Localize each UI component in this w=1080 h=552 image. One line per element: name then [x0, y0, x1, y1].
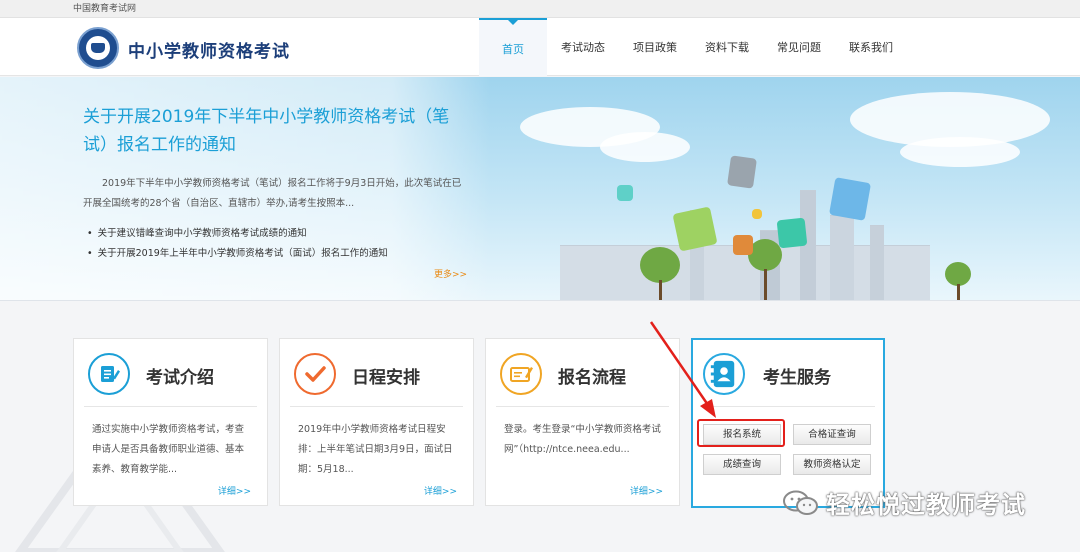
card-divider [84, 406, 257, 407]
card-registration-process[interactable]: 报名流程 登录。考生登录“中小学教师资格考试网”（http://ntce.nee… [485, 338, 680, 506]
card-summary: 登录。考生登录“中小学教师资格考试网”（http://ntce.neea.edu… [504, 424, 661, 455]
cloud-decoration [900, 137, 1020, 167]
card-divider [701, 406, 875, 407]
tree-decoration [945, 262, 971, 286]
card-pen-icon [500, 353, 542, 395]
card-more-link[interactable]: 详细>> [630, 484, 663, 497]
highlight-box-annotation [697, 419, 785, 447]
building [830, 215, 854, 300]
banner-news-link[interactable]: 关于建议错峰查询中小学教师资格考试成绩的通知 [87, 224, 467, 244]
card-divider [496, 406, 669, 407]
nav-item-faq[interactable]: 常见问题 [763, 18, 835, 76]
banner-news-link[interactable]: 关于开展2019年上半年中小学教师资格考试（面试）报名工作的通知 [87, 244, 467, 264]
header: 中小学教师资格考试 首页 考试动态 项目政策 资料下载 常见问题 联系我们 [0, 18, 1080, 76]
card-more-link[interactable]: 详细>> [424, 484, 457, 497]
banner-more-link[interactable]: 更多>> [434, 267, 467, 280]
floating-cube-decoration [672, 206, 718, 252]
tree-decoration [640, 247, 680, 283]
logo-emblem-icon[interactable] [77, 27, 119, 69]
card-summary: 通过实施中小学教师资格考试，考查申请人是否具备教师职业道德、基本素养、教育教学能… [92, 424, 245, 475]
card-more-link[interactable]: 详细>> [218, 484, 251, 497]
cloud-decoration [600, 132, 690, 162]
card-title: 考生服务 [763, 368, 831, 388]
card-schedule[interactable]: 日程安排 2019年中小学教师资格考试日程安排：上半年笔试日期3月9日，面试日期… [279, 338, 474, 506]
hero-banner: 关于开展2019年下半年中小学教师资格考试（笔试）报名工作的通知 2019年下半… [0, 77, 1080, 301]
floating-cube-decoration [828, 177, 872, 221]
wechat-watermark: 轻松悦过教师考试 [782, 485, 1026, 520]
score-query-button[interactable]: 成绩查询 [703, 454, 781, 475]
nav-item-policy[interactable]: 项目政策 [619, 18, 691, 76]
watermark-text: 轻松悦过教师考试 [826, 491, 1026, 519]
nav-item-downloads[interactable]: 资料下载 [691, 18, 763, 76]
tree-decoration [748, 239, 782, 271]
teacher-qualification-button[interactable]: 教师资格认定 [793, 454, 871, 475]
certificate-query-button[interactable]: 合格证查询 [793, 424, 871, 445]
card-title: 日程安排 [352, 368, 420, 388]
contact-book-icon [703, 353, 745, 395]
building [870, 225, 884, 300]
wechat-icon [783, 490, 818, 515]
floating-cube-decoration [752, 209, 762, 219]
nav-item-home[interactable]: 首页 [479, 18, 547, 76]
floating-cube-decoration [776, 217, 808, 249]
nav-item-contact[interactable]: 联系我们 [835, 18, 907, 76]
floating-cube-decoration [727, 155, 757, 189]
nav-item-exam-news[interactable]: 考试动态 [547, 18, 619, 76]
top-bar-site-name[interactable]: 中国教育考试网 [73, 1, 136, 14]
card-title: 考试介绍 [146, 368, 214, 388]
tree-trunk [659, 280, 662, 300]
banner-description: 2019年下半年中小学教师资格考试（笔试）报名工作将于9月3日开始，此次笔试在已… [83, 178, 462, 209]
tree-trunk [764, 269, 767, 300]
main-nav: 首页 考试动态 项目政策 资料下载 常见问题 联系我们 [479, 18, 907, 76]
tree-trunk [957, 284, 960, 300]
document-pen-icon [88, 353, 130, 395]
card-title: 报名流程 [558, 368, 626, 388]
card-divider [290, 406, 463, 407]
banner-news-list: 关于建议错峰查询中小学教师资格考试成绩的通知 关于开展2019年上半年中小学教师… [87, 224, 467, 264]
card-exam-intro[interactable]: 考试介绍 通过实施中小学教师资格考试，考查申请人是否具备教师职业道德、基本素养、… [73, 338, 268, 506]
checkmark-icon [294, 353, 336, 395]
site-title[interactable]: 中小学教师资格考试 [128, 37, 290, 62]
top-bar: 中国教育考试网 [0, 0, 1080, 18]
floating-cube-decoration [617, 185, 633, 201]
floating-cube-decoration [733, 235, 753, 255]
card-summary: 2019年中小学教师资格考试日程安排：上半年笔试日期3月9日，面试日期：5月18… [298, 424, 453, 475]
banner-title[interactable]: 关于开展2019年下半年中小学教师资格考试（笔试）报名工作的通知 [83, 103, 463, 159]
